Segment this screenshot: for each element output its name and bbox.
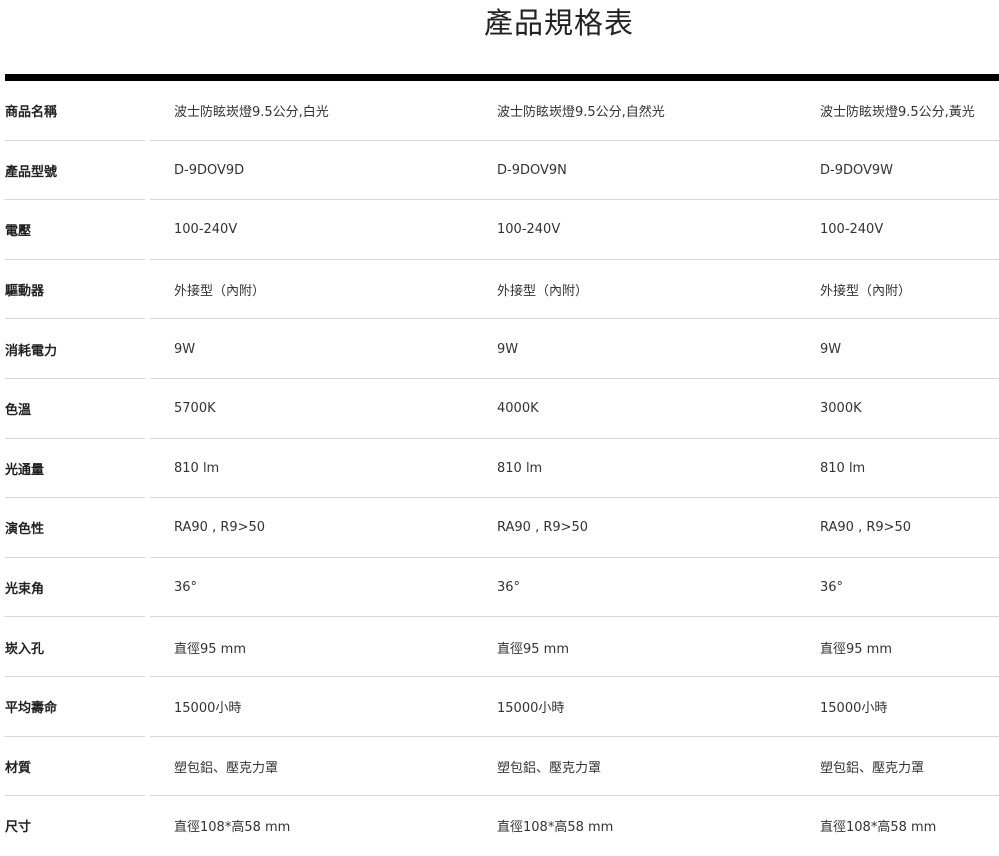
- value-white-light: RA90 , R9>50: [174, 520, 266, 536]
- value-white-light: 波士防眩崁燈9.5公分,白光: [174, 105, 329, 121]
- spec-row-luminous-flux: 光通量 810 lm 810 lm 810 lm: [5, 439, 999, 499]
- value-natural-light: 36°: [497, 580, 521, 596]
- spec-row-lifespan: 平均壽命 15000小時 15000小時 15000小時: [5, 677, 999, 737]
- value-warm-light: 9W: [820, 341, 842, 357]
- row-label: 商品名稱: [5, 105, 58, 121]
- spec-row-product-name: 商品名稱 波士防眩崁燈9.5公分,白光 波士防眩崁燈9.5公分,自然光 波士防眩…: [5, 81, 999, 141]
- value-warm-light: 15000小時: [820, 701, 888, 717]
- value-warm-light: 3000K: [820, 401, 862, 417]
- row-label: 尺寸: [5, 820, 32, 836]
- spec-row-dimensions: 尺寸 直徑108*高58 mm 直徑108*高58 mm 直徑108*高58 m…: [5, 796, 999, 856]
- value-natural-light: 15000小時: [497, 701, 565, 717]
- spec-row-voltage: 電壓 100-240V 100-240V 100-240V: [5, 200, 999, 260]
- row-label: 驅動器: [5, 284, 45, 300]
- spec-row-material: 材質 塑包鋁、壓克力罩 塑包鋁、壓克力罩 塑包鋁、壓克力罩: [5, 737, 999, 797]
- value-warm-light: 810 lm: [820, 460, 866, 476]
- value-warm-light: 直徑95 mm: [820, 641, 893, 657]
- value-white-light: 100-240V: [174, 222, 238, 238]
- row-label: 演色性: [5, 522, 45, 538]
- value-white-light: 5700K: [174, 401, 216, 417]
- value-natural-light: 4000K: [497, 401, 539, 417]
- value-warm-light: 塑包鋁、壓克力罩: [820, 760, 925, 776]
- value-warm-light: 直徑108*高58 mm: [820, 820, 937, 836]
- spec-row-power: 消耗電力 9W 9W 9W: [5, 319, 999, 379]
- value-white-light: 直徑108*高58 mm: [174, 820, 291, 836]
- value-natural-light: 塑包鋁、壓克力罩: [497, 760, 602, 776]
- value-warm-light: 外接型（內附）: [820, 284, 912, 300]
- row-label: 材質: [5, 760, 32, 776]
- spec-row-beam-angle: 光束角 36° 36° 36°: [5, 558, 999, 618]
- value-natural-light: 直徑95 mm: [497, 641, 570, 657]
- value-warm-light: RA90 , R9>50: [820, 520, 912, 536]
- value-warm-light: 36°: [820, 580, 844, 596]
- value-natural-light: 外接型（內附）: [497, 284, 589, 300]
- value-white-light: D-9DOV9D: [174, 162, 245, 178]
- row-label: 崁入孔: [5, 641, 45, 657]
- value-white-light: 外接型（內附）: [174, 284, 266, 300]
- value-warm-light: 波士防眩崁燈9.5公分,黃光: [820, 105, 975, 121]
- row-label: 色溫: [5, 403, 32, 419]
- spec-row-color-rendering: 演色性 RA90 , R9>50 RA90 , R9>50 RA90 , R9>…: [5, 498, 999, 558]
- value-natural-light: 100-240V: [497, 222, 561, 238]
- value-white-light: 直徑95 mm: [174, 641, 247, 657]
- spec-row-cutout: 崁入孔 直徑95 mm 直徑95 mm 直徑95 mm: [5, 617, 999, 677]
- spec-row-driver: 驅動器 外接型（內附） 外接型（內附） 外接型（內附）: [5, 260, 999, 320]
- value-white-light: 36°: [174, 580, 198, 596]
- row-label: 產品型號: [5, 164, 58, 180]
- value-warm-light: D-9DOV9W: [820, 162, 894, 178]
- value-natural-light: 810 lm: [497, 460, 543, 476]
- value-natural-light: 直徑108*高58 mm: [497, 820, 614, 836]
- spec-row-color-temperature: 色溫 5700K 4000K 3000K: [5, 379, 999, 439]
- value-warm-light: 100-240V: [820, 222, 884, 238]
- value-white-light: 810 lm: [174, 460, 220, 476]
- row-label: 消耗電力: [5, 343, 58, 359]
- title-divider: [5, 74, 999, 81]
- value-white-light: 9W: [174, 341, 196, 357]
- row-label: 平均壽命: [5, 701, 58, 717]
- row-label: 光通量: [5, 462, 45, 478]
- value-natural-light: 9W: [497, 341, 519, 357]
- value-natural-light: 波士防眩崁燈9.5公分,自然光: [497, 105, 665, 121]
- value-white-light: 15000小時: [174, 701, 242, 717]
- page-title: 產品規格表: [483, 6, 634, 40]
- spec-row-model: 產品型號 D-9DOV9D D-9DOV9N D-9DOV9W: [5, 141, 999, 201]
- row-label: 電壓: [5, 224, 32, 240]
- row-label: 光束角: [5, 582, 45, 598]
- value-white-light: 塑包鋁、壓克力罩: [174, 760, 279, 776]
- value-natural-light: RA90 , R9>50: [497, 520, 589, 536]
- value-natural-light: D-9DOV9N: [497, 162, 567, 178]
- spec-table: 商品名稱 波士防眩崁燈9.5公分,白光 波士防眩崁燈9.5公分,自然光 波士防眩…: [5, 81, 999, 856]
